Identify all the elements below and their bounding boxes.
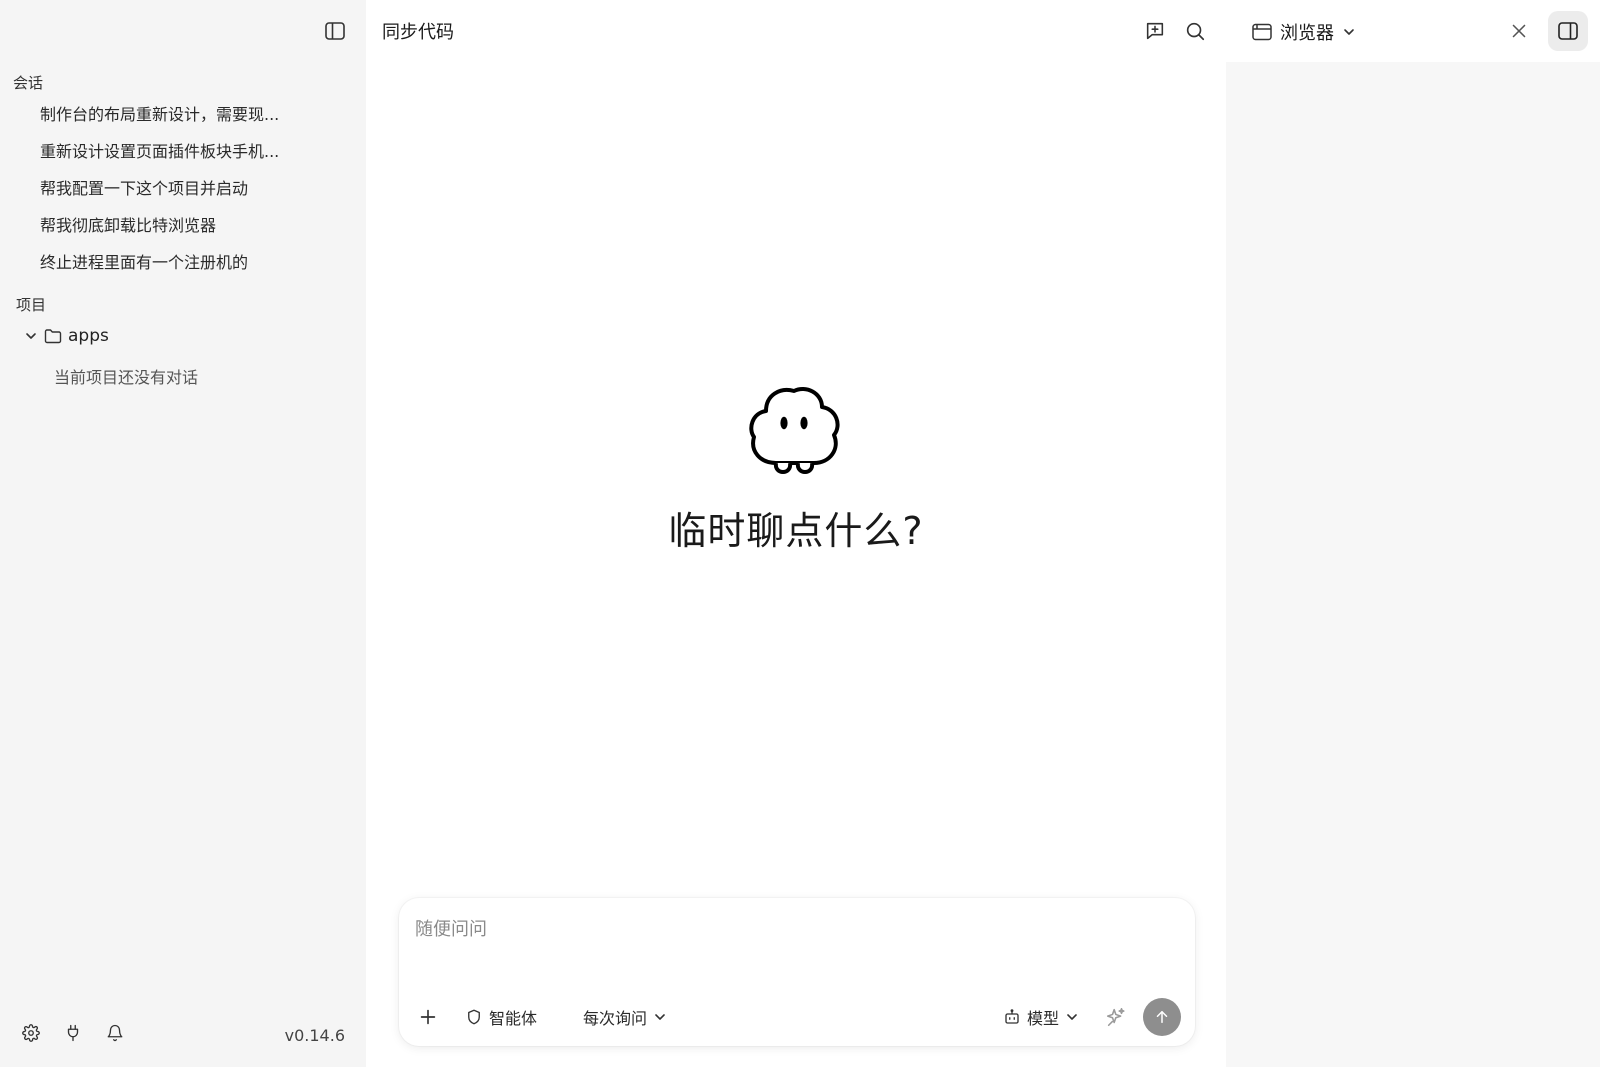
sidebar-toggle-icon [325,22,345,40]
bell-icon[interactable] [106,1024,124,1042]
plug-icon[interactable] [64,1024,82,1042]
shield-icon [468,1009,480,1025]
agent-label: 智能体 [489,1009,538,1028]
approval-mode-label: 每次询问 [583,1009,648,1028]
approval-mode-dropdown[interactable]: 每次询问 [583,1005,667,1029]
chevron-down-icon [26,333,36,339]
browser-panel-header: 浏览器 [1226,0,1600,62]
close-icon[interactable] [1508,20,1530,42]
browser-panel: 浏览器 [1226,0,1600,1067]
session-item[interactable]: 帮我配置一下这个项目并启动 [40,174,350,211]
agent-button[interactable]: 智能体 [465,1005,537,1029]
panel-right-icon [1558,22,1578,40]
right-panel-toggle-button[interactable] [1548,11,1588,51]
send-button[interactable] [1143,998,1181,1036]
chevron-down-icon [1344,29,1354,35]
page-title: 同步代码 [382,22,454,43]
chat-input[interactable] [415,914,1175,944]
sparkle-icon[interactable] [1105,1006,1127,1028]
arrow-up-icon [1156,1011,1168,1023]
main-header-actions [1144,20,1206,42]
session-list: 制作台的布局重新设计，需要现... 重新设计设置页面插件板块手机... 帮我配置… [40,100,350,285]
session-item[interactable]: 帮我彻底卸载比特浏览器 [40,211,350,248]
version-label: v0.14.6 [284,1026,345,1045]
project-folder-apps[interactable]: apps [24,326,109,346]
session-item[interactable]: 重新设计设置页面插件板块手机... [40,137,350,174]
chat-composer: 智能体 每次询问 模型 [399,898,1195,1046]
chevron-down-icon [655,1014,665,1020]
project-empty-text: 当前项目还没有对话 [54,368,199,387]
robot-icon [1005,1009,1019,1024]
project-name: apps [68,326,109,346]
hero-heading: 临时聊点什么? [668,509,924,553]
sessions-section-label: 会话 [13,74,44,92]
main-chat-area: 同步代码 临时聊点什么? 随便问问 智能体 每次询问 模型 [366,0,1226,1067]
sidebar-collapse-button[interactable] [322,19,348,43]
projects-section-label: 项目 [16,296,47,314]
browser-window-icon [1252,23,1272,41]
browser-tab-dropdown[interactable]: 浏览器 [1252,19,1356,45]
settings-icon[interactable] [22,1024,40,1042]
add-attachment-icon[interactable] [417,1006,439,1028]
folder-icon [44,329,62,344]
model-dropdown[interactable]: 模型 [1003,1005,1079,1029]
search-icon[interactable] [1184,20,1206,42]
browser-tab-label: 浏览器 [1280,23,1334,44]
chevron-down-icon [1067,1014,1077,1020]
session-item[interactable]: 制作台的布局重新设计，需要现... [40,100,350,137]
browser-viewport [1226,62,1600,1067]
sidebar: 会话 制作台的布局重新设计，需要现... 重新设计设置页面插件板块手机... 帮… [0,0,366,1067]
new-chat-icon[interactable] [1144,20,1166,42]
model-label: 模型 [1026,1009,1059,1028]
session-item[interactable]: 终止进程里面有一个注册机的 [40,248,350,285]
composer-toolbar: 智能体 每次询问 模型 [417,998,1181,1036]
sidebar-footer [22,1024,124,1042]
mascot-cloud-icon [749,387,840,474]
